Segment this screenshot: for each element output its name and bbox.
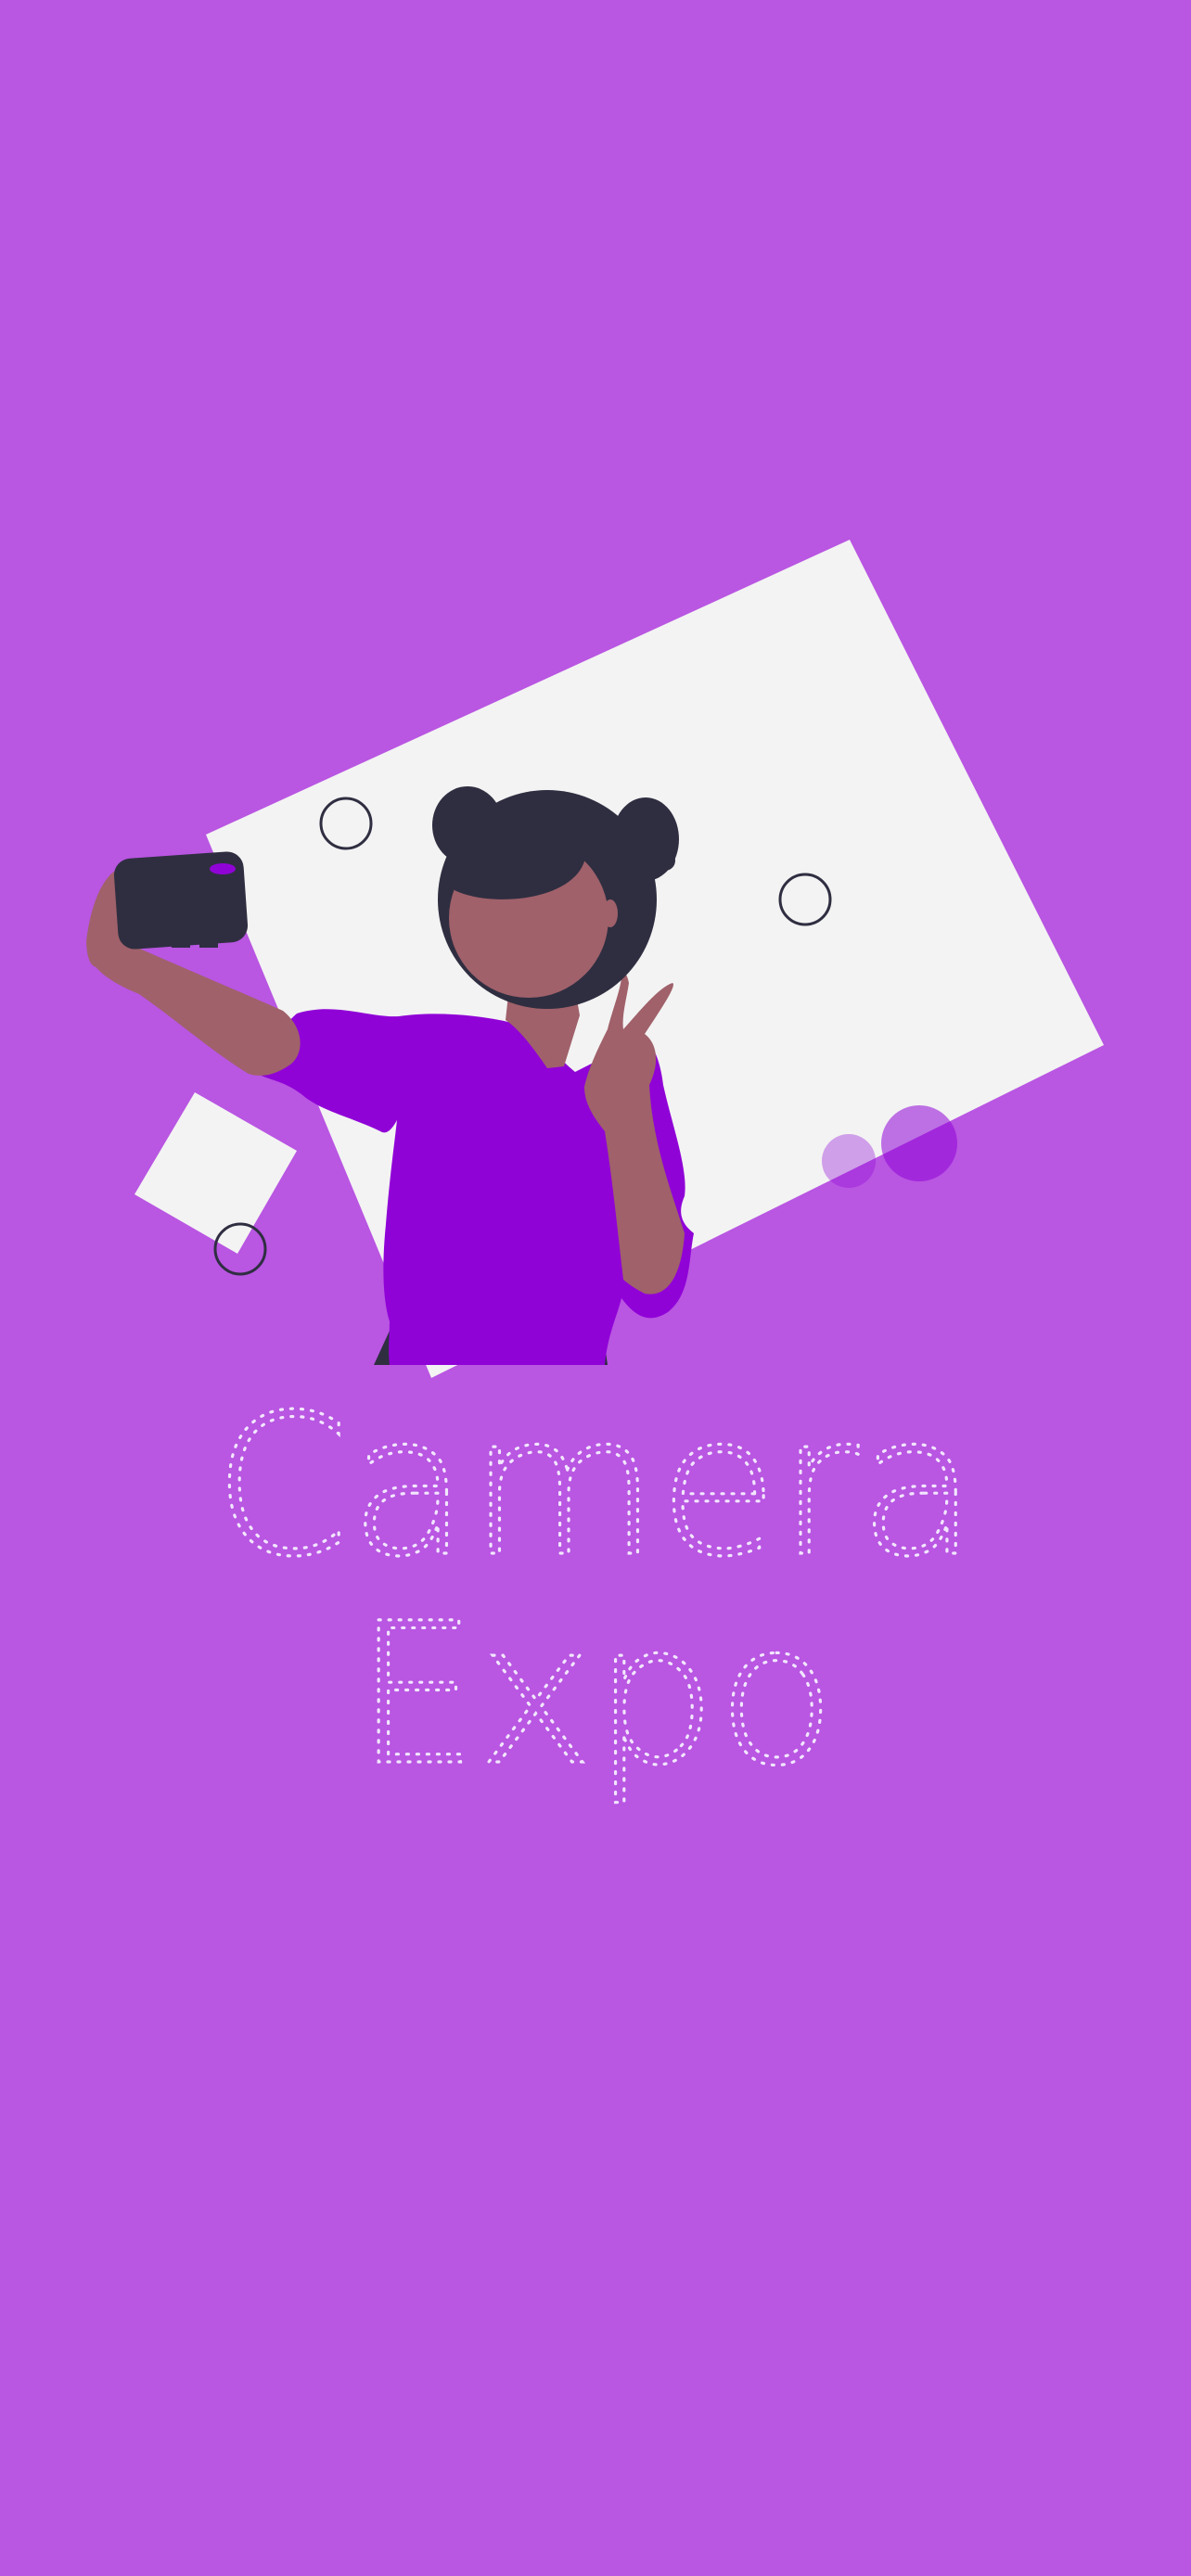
selfie-illustration bbox=[86, 540, 1104, 1378]
decor-circle-filled bbox=[822, 1134, 876, 1188]
phone-button bbox=[199, 943, 218, 948]
background-card-small bbox=[134, 1092, 297, 1254]
person-ear bbox=[603, 899, 618, 927]
splash-screen: Camera Expo bbox=[0, 0, 1191, 2576]
phone-camera-lens bbox=[210, 863, 236, 874]
decor-circle-filled bbox=[881, 1105, 957, 1181]
app-title-line-2: Expo bbox=[355, 1581, 837, 1808]
app-title-line-1: Camera bbox=[213, 1391, 978, 1600]
app-title: Camera Expo bbox=[211, 1391, 979, 1810]
phone-button bbox=[172, 943, 190, 948]
person-hair-bun bbox=[655, 850, 675, 871]
